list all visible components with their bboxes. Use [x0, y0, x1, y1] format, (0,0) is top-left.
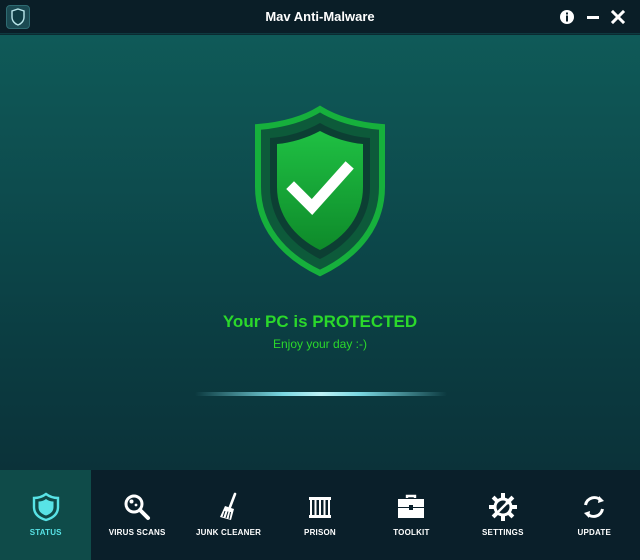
nav-item-update[interactable]: UPDATE [549, 470, 640, 560]
close-button[interactable] [607, 6, 629, 28]
prison-bars-icon [305, 492, 335, 522]
nav-item-settings[interactable]: SETTINGS [457, 470, 548, 560]
gear-icon [488, 492, 518, 522]
nav-item-toolkit[interactable]: TOOLKIT [366, 470, 457, 560]
app-window: Mav Anti-Malware Your PC is PROTECTED En… [0, 0, 640, 560]
close-icon [610, 9, 626, 25]
nav-item-junk-cleaner[interactable]: JUNK CLEANER [183, 470, 274, 560]
magnifier-icon [122, 492, 152, 522]
toolbox-icon [396, 492, 426, 522]
nav-item-virus-scans[interactable]: VIRUS SCANS [91, 470, 182, 560]
nav-label-toolkit: TOOLKIT [393, 528, 430, 537]
app-logo-icon [6, 5, 30, 29]
nav-item-prison[interactable]: PRISON [274, 470, 365, 560]
nav-label-prison: PRISON [304, 528, 336, 537]
nav-label-virus-scans: VIRUS SCANS [108, 528, 166, 537]
window-title: Mav Anti-Malware [265, 9, 375, 24]
title-bar[interactable]: Mav Anti-Malware [0, 0, 640, 34]
status-panel: Your PC is PROTECTED Enjoy your day :-) [0, 35, 640, 470]
bottom-nav: STATUS VIRUS SCANS JUNK CLEANER PRISON T… [0, 470, 640, 560]
refresh-icon [579, 492, 609, 522]
protected-shield-icon [255, 105, 385, 277]
protection-status-subtext: Enjoy your day :-) [272, 337, 368, 351]
nav-label-junk-cleaner: JUNK CLEANER [196, 528, 262, 537]
protection-status-headline: Your PC is PROTECTED [222, 312, 418, 331]
info-icon [560, 10, 574, 24]
minimize-icon [587, 16, 599, 19]
info-button[interactable] [556, 6, 578, 28]
status-glow-line [195, 392, 447, 396]
nav-label-settings: SETTINGS [482, 528, 524, 537]
minimize-button[interactable] [582, 6, 604, 28]
nav-label-status: STATUS [29, 528, 62, 537]
broom-icon [214, 492, 244, 522]
nav-label-update: UPDATE [577, 528, 611, 537]
shield-icon [31, 492, 61, 522]
nav-item-status[interactable]: STATUS [0, 470, 92, 560]
